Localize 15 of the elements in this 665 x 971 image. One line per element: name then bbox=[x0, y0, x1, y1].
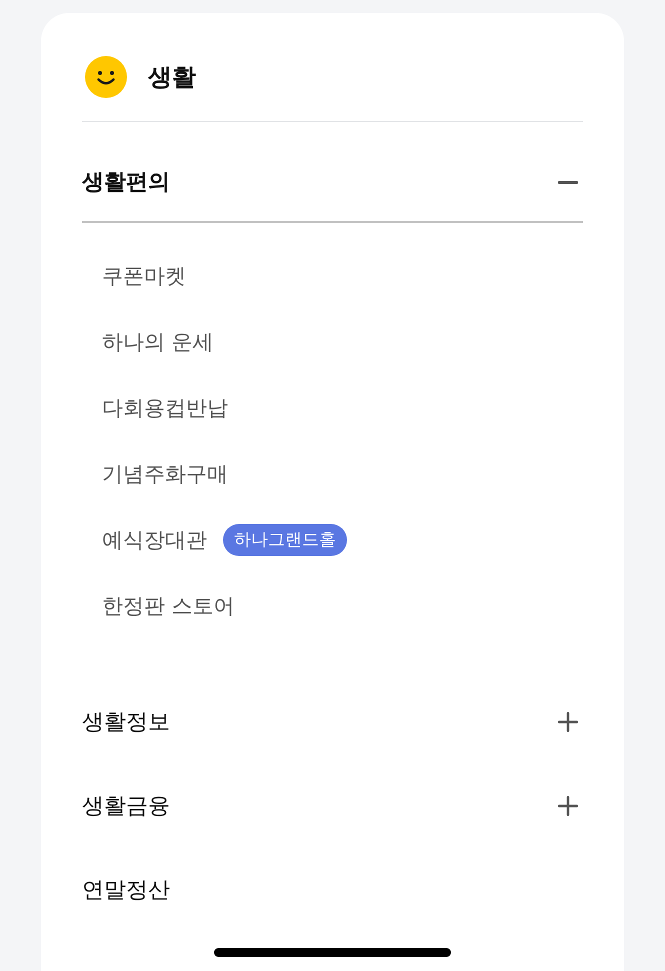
plus-icon[interactable] bbox=[558, 712, 578, 732]
menu-item[interactable]: 예식장대관 bbox=[102, 525, 207, 555]
menu-item[interactable]: 다회용컵반납 bbox=[102, 393, 228, 423]
plus-icon[interactable] bbox=[558, 796, 578, 816]
page-title: 생활 bbox=[148, 62, 196, 93]
menu-item[interactable]: 쿠폰마켓 bbox=[102, 261, 186, 291]
venue-badge[interactable]: 하나그랜드홀 bbox=[223, 524, 347, 556]
menu-link[interactable]: 연말정산 bbox=[82, 874, 170, 906]
menu-item[interactable]: 기념주화구매 bbox=[102, 459, 228, 489]
menu-item[interactable]: 하나의 운세 bbox=[102, 327, 214, 357]
section-title[interactable]: 생활금융 bbox=[82, 790, 170, 822]
menu-item[interactable]: 한정판 스토어 bbox=[102, 591, 235, 621]
smiley-icon bbox=[85, 56, 127, 98]
section-title[interactable]: 생활정보 bbox=[82, 706, 170, 738]
section-title[interactable]: 생활편의 bbox=[82, 166, 170, 199]
